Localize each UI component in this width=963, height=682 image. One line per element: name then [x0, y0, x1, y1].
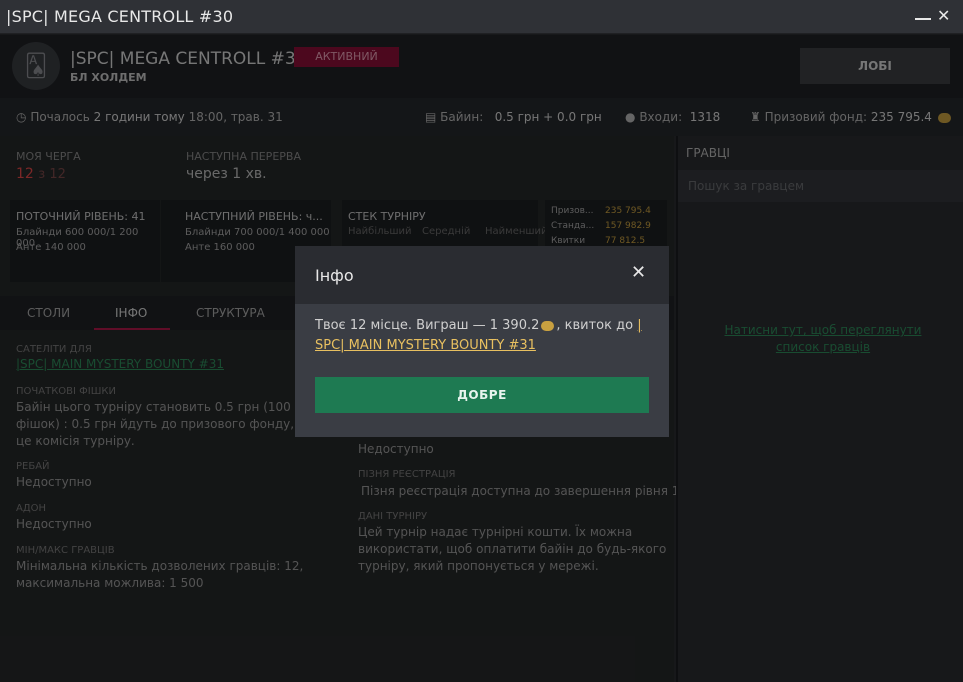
- title-bar: |SPC| MEGA CENTROLL #30 ✕: [0, 0, 963, 34]
- close-window-icon[interactable]: ✕: [937, 6, 950, 26]
- ok-button[interactable]: ДОБРЕ: [315, 377, 649, 413]
- modal-message-text: Твоє 12 місце. Виграш — 1 390.2: [315, 318, 540, 333]
- modal-title: Інфо: [315, 266, 354, 285]
- coin-icon: [541, 320, 555, 331]
- modal-message: Твоє 12 місце. Виграш — 1 390.2 , квиток …: [315, 316, 655, 356]
- minimize-icon[interactable]: [915, 18, 931, 20]
- modal-header: Інфо ✕: [295, 246, 669, 304]
- window-title: |SPC| MEGA CENTROLL #30: [6, 7, 234, 26]
- modal-message-mid: , квиток до: [556, 318, 634, 333]
- info-modal: Інфо ✕ Твоє 12 місце. Виграш — 1 390.2 , …: [295, 246, 669, 437]
- close-icon[interactable]: ✕: [631, 263, 646, 283]
